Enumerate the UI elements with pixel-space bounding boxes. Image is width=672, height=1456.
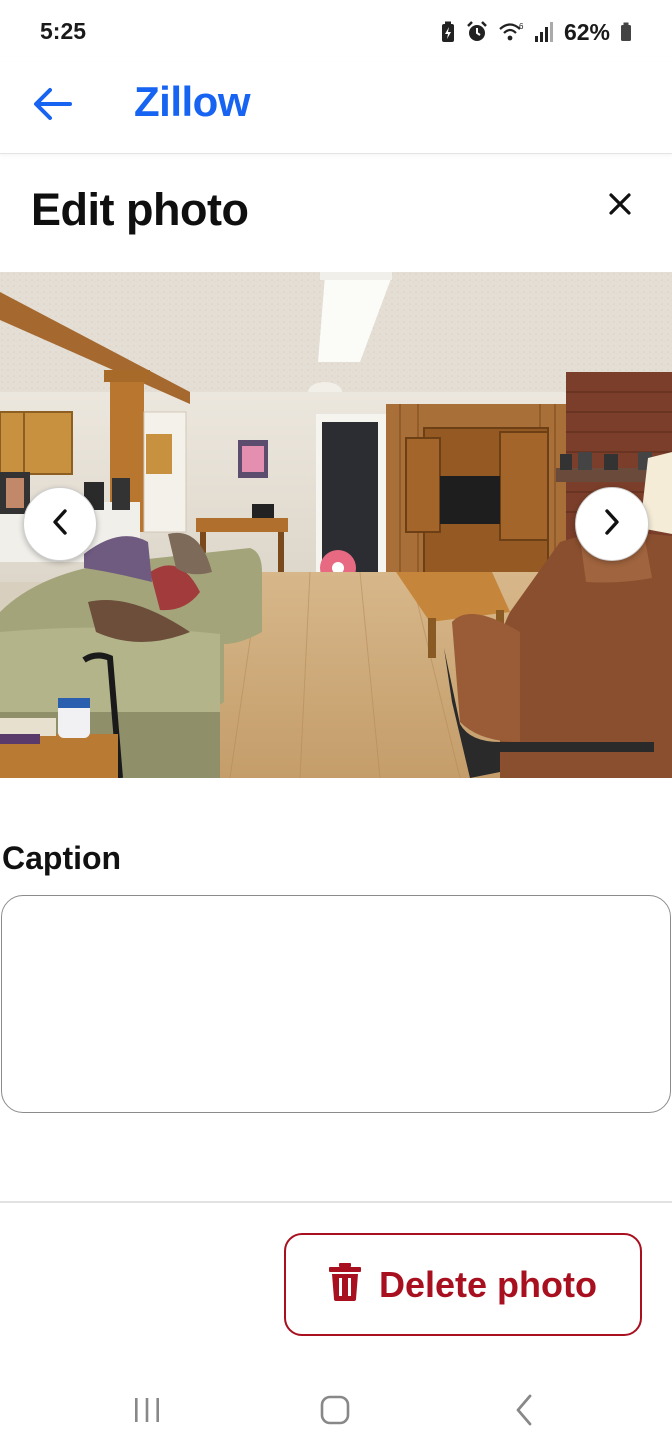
svg-text:6: 6 [519,22,524,31]
wifi-icon: 6 [498,21,524,43]
status-bar: 5:25 6 62% [0,0,672,62]
caption-label: Caption [2,840,122,876]
previous-photo-button[interactable] [23,487,97,561]
basement-room-photo [0,272,672,778]
close-button[interactable] [596,182,644,230]
delete-photo-label: Delete photo [378,1263,597,1305]
listing-photo [0,272,672,778]
chevron-left-icon [50,508,70,541]
footer-divider [0,1201,672,1203]
status-time: 5:25 [40,18,87,44]
arrow-left-icon [32,87,72,126]
recent-apps-icon [132,1396,162,1429]
home-icon [320,1395,350,1430]
chevron-right-icon [602,508,622,541]
battery-icon [620,22,632,42]
dialog-title: Edit photo [31,184,249,235]
signal-icon [534,21,554,43]
back-button[interactable] [26,80,78,132]
status-icons: 6 62% [440,17,632,47]
back-nav-icon [514,1394,534,1431]
caption-input[interactable] [1,895,671,1113]
back-nav-button[interactable] [494,1390,554,1434]
battery-percent: 62% [563,18,610,45]
close-icon [609,192,631,220]
trash-icon [328,1263,361,1306]
alarm-icon [466,21,488,43]
recent-apps-button[interactable] [117,1390,177,1434]
home-button[interactable] [305,1390,365,1434]
dialog-header: Edit photo [0,154,672,272]
battery-saver-icon [440,21,456,43]
system-nav-bar [0,1370,672,1456]
next-photo-button[interactable] [575,487,649,561]
app-header: Zillow [0,62,672,154]
delete-photo-button[interactable]: Delete photo [284,1233,642,1336]
app-title: Zillow [134,78,251,125]
